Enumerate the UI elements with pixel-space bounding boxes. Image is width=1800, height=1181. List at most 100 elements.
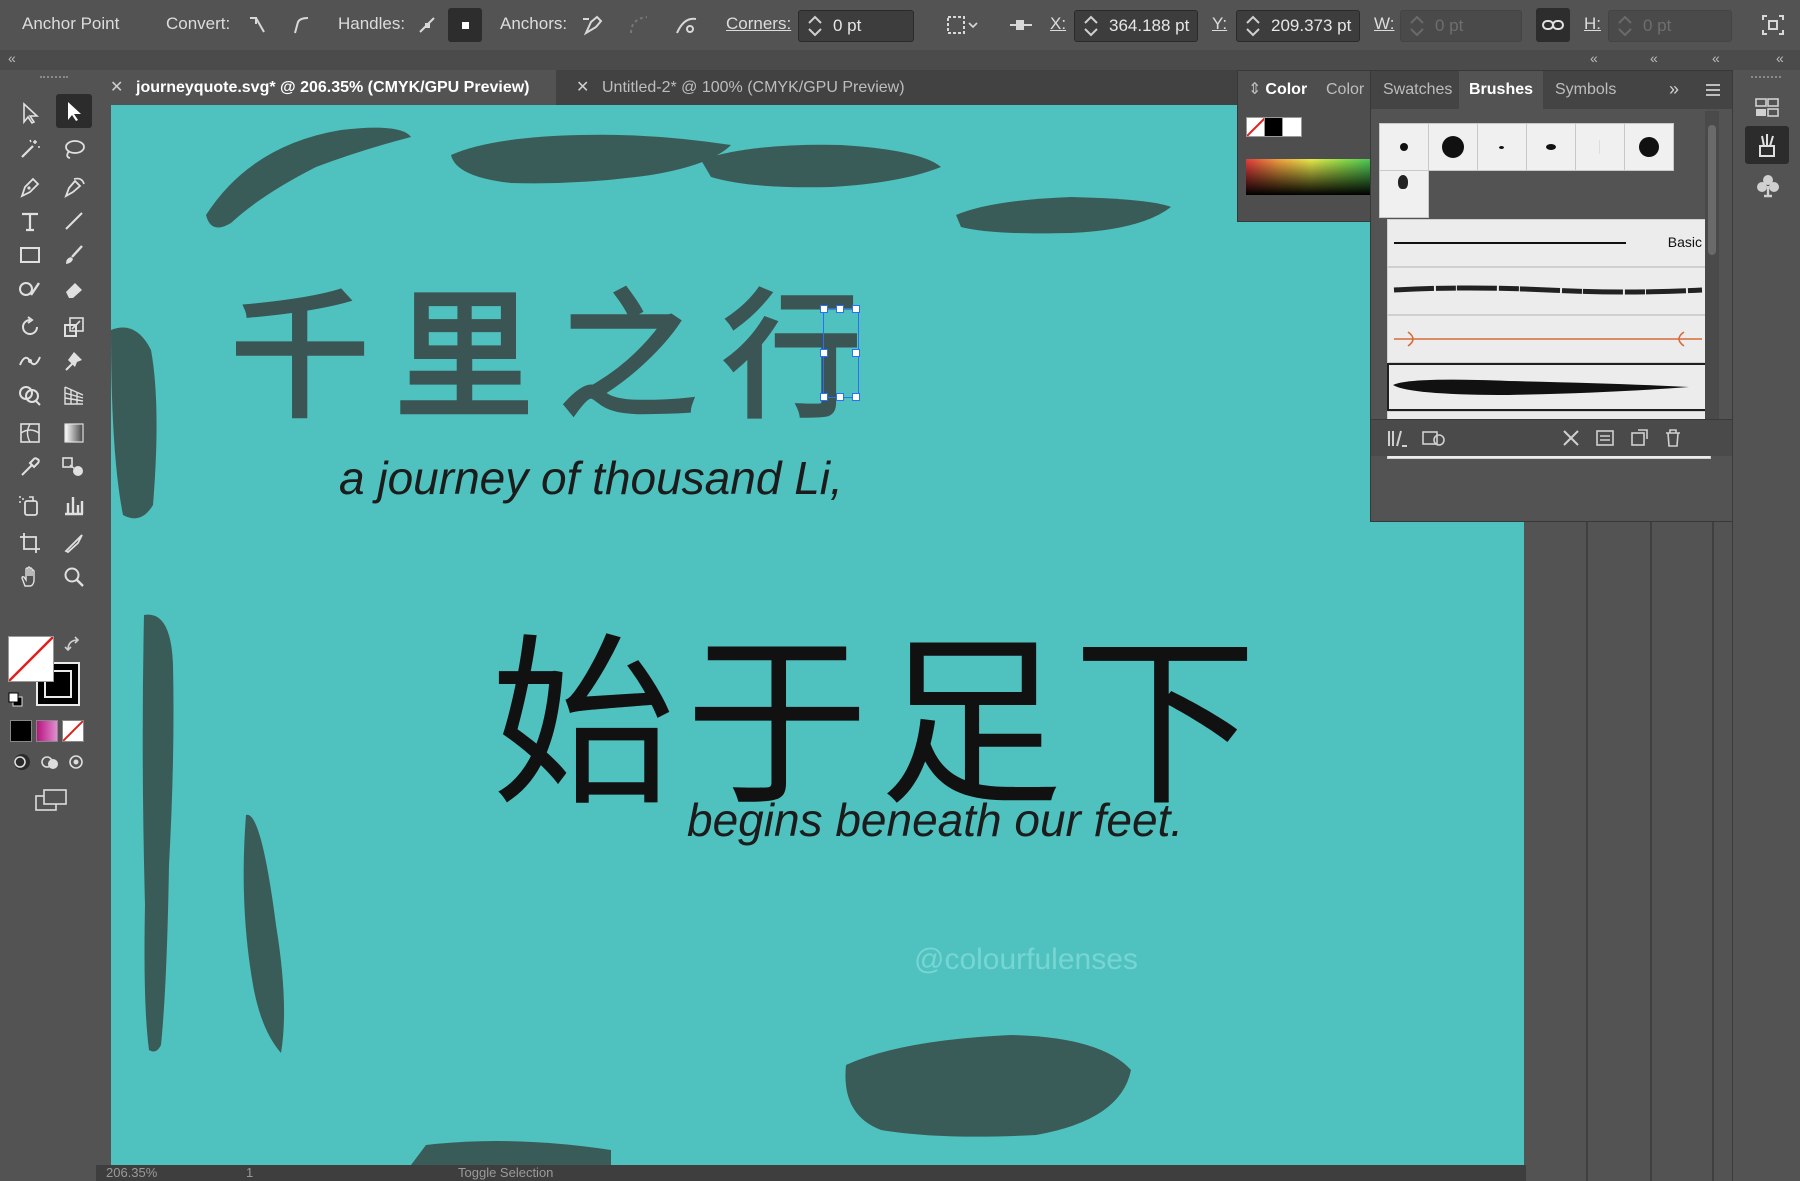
lasso-tool[interactable] xyxy=(56,132,92,166)
color-button[interactable] xyxy=(10,720,32,742)
artboard-number[interactable]: 1 xyxy=(246,1165,253,1180)
black-swatch[interactable] xyxy=(1264,117,1284,137)
slice-tool[interactable] xyxy=(56,526,92,560)
stepper-icon[interactable] xyxy=(805,14,825,38)
line-tool[interactable] xyxy=(56,204,92,238)
type-tool[interactable] xyxy=(12,204,48,238)
libraries-panel-icon[interactable] xyxy=(1421,428,1447,448)
draw-inside-icon[interactable] xyxy=(64,752,88,772)
selection-handle[interactable] xyxy=(836,305,844,313)
delete-brush-icon[interactable] xyxy=(1663,428,1683,448)
h-label[interactable]: H: xyxy=(1584,14,1601,34)
eraser-tool[interactable] xyxy=(56,272,92,306)
collapse-panel-icon[interactable]: « xyxy=(1590,50,1598,66)
direct-selection-tool[interactable] xyxy=(56,94,92,128)
collapse-dock-icon[interactable]: « xyxy=(1776,50,1784,66)
gradient-tool[interactable] xyxy=(56,416,92,450)
dock-grip[interactable] xyxy=(1751,76,1781,82)
width-tool[interactable] xyxy=(12,344,48,378)
canvas-area[interactable]: 千里之行 a journey of thousand Li, 始于足下 begi… xyxy=(96,105,1526,1165)
column-graph-tool[interactable] xyxy=(56,488,92,522)
stepper-icon[interactable] xyxy=(1615,14,1635,38)
calligraphic-brush[interactable] xyxy=(1624,123,1674,171)
curvature-tool[interactable] xyxy=(56,170,92,204)
white-swatch[interactable] xyxy=(1282,117,1302,137)
scale-tool[interactable] xyxy=(56,310,92,344)
collapse-left-icon[interactable]: « xyxy=(8,50,16,66)
symbol-sprayer-tool[interactable] xyxy=(12,488,48,522)
selection-handle[interactable] xyxy=(852,305,860,313)
artboard[interactable]: 千里之行 a journey of thousand Li, 始于足下 begi… xyxy=(111,105,1524,1165)
tab-symbols[interactable]: Symbols xyxy=(1555,71,1616,109)
rotate-tool[interactable] xyxy=(12,310,48,344)
english-line-2[interactable]: begins beneath our feet. xyxy=(687,793,1183,847)
default-fill-stroke-icon[interactable] xyxy=(8,692,24,708)
x-label[interactable]: X: xyxy=(1050,14,1066,34)
collapse-panel-icon[interactable]: « xyxy=(1650,50,1658,66)
eyedropper-tool[interactable] xyxy=(12,450,48,484)
more-tabs-icon[interactable]: » xyxy=(1669,79,1679,100)
transform-reference-button[interactable] xyxy=(940,8,984,42)
pen-tool[interactable] xyxy=(12,170,48,204)
close-tab-icon[interactable]: ✕ xyxy=(576,70,592,105)
toolbar-grip[interactable] xyxy=(40,76,68,82)
constrain-proportions-button[interactable] xyxy=(1536,8,1570,42)
handle-text[interactable]: @colourfulenses xyxy=(914,943,1138,977)
x-field[interactable]: 364.188 pt xyxy=(1074,10,1198,42)
calligraphic-brush[interactable] xyxy=(1379,123,1429,171)
corners-field[interactable]: 0 pt xyxy=(798,10,914,42)
hide-handles-button[interactable] xyxy=(448,8,482,42)
calligraphic-brush[interactable] xyxy=(1575,123,1625,171)
align-button[interactable] xyxy=(1004,8,1038,42)
tab-journeyquote[interactable]: ✕ journeyquote.svg* @ 206.35% (CMYK/GPU P… xyxy=(96,70,556,105)
brushes-panel-button[interactable] xyxy=(1745,126,1789,164)
stepper-icon[interactable] xyxy=(1081,14,1101,38)
calligraphic-brush[interactable] xyxy=(1477,123,1527,171)
draw-behind-icon[interactable] xyxy=(38,752,62,772)
transform-options-button[interactable] xyxy=(1756,8,1790,42)
w-label[interactable]: W: xyxy=(1374,14,1394,34)
corners-label[interactable]: Corners: xyxy=(726,14,791,34)
new-brush-icon[interactable] xyxy=(1629,428,1649,448)
selection-bounding-box[interactable] xyxy=(820,305,860,401)
brush-row-basic[interactable]: Basic xyxy=(1387,219,1711,267)
tab-color[interactable]: ⇕ Color xyxy=(1248,71,1307,109)
stepper-icon[interactable] xyxy=(1407,14,1427,38)
selection-tool[interactable] xyxy=(12,96,48,130)
connect-anchors-button[interactable] xyxy=(622,8,656,42)
current-tool-status[interactable]: Toggle Selection xyxy=(458,1165,553,1180)
calligraphic-brush[interactable] xyxy=(1428,123,1478,171)
puppet-warp-tool[interactable] xyxy=(56,344,92,378)
panel-menu-icon[interactable] xyxy=(1705,83,1721,97)
remove-anchor-button[interactable] xyxy=(576,8,610,42)
show-handles-button[interactable] xyxy=(410,8,444,42)
zoom-tool[interactable] xyxy=(56,560,92,594)
remove-brush-stroke-icon[interactable] xyxy=(1561,428,1581,448)
chinese-line-1[interactable]: 千里之行 xyxy=(231,245,887,445)
blend-tool[interactable] xyxy=(56,450,92,484)
brush-libraries-icon[interactable] xyxy=(1387,428,1409,448)
draw-normal-icon[interactable] xyxy=(10,752,34,772)
w-field[interactable]: 0 pt xyxy=(1400,10,1522,42)
rectangle-tool[interactable] xyxy=(12,238,48,272)
selection-handle[interactable] xyxy=(852,349,860,357)
hand-tool[interactable] xyxy=(12,560,48,594)
h-field[interactable]: 0 pt xyxy=(1608,10,1732,42)
perspective-grid-tool[interactable] xyxy=(56,378,92,412)
layers-panel-icon[interactable] xyxy=(1753,96,1781,120)
tab-untitled-2[interactable]: ✕ Untitled-2* @ 100% (CMYK/GPU Preview) xyxy=(562,70,922,105)
fill-swatch-none[interactable] xyxy=(8,636,54,682)
none-button[interactable] xyxy=(62,720,84,742)
color-spectrum[interactable] xyxy=(1246,159,1376,195)
shape-builder-tool[interactable] xyxy=(12,378,48,412)
selection-handle[interactable] xyxy=(836,393,844,401)
cut-path-button[interactable] xyxy=(670,8,704,42)
paintbrush-tool[interactable] xyxy=(56,238,92,272)
brush-row-dry-ink[interactable] xyxy=(1387,363,1711,411)
none-swatch[interactable] xyxy=(1246,117,1266,137)
tab-color-guide[interactable]: Color xyxy=(1326,71,1364,109)
selection-handle[interactable] xyxy=(820,305,828,313)
selection-handle[interactable] xyxy=(820,349,828,357)
shaper-tool[interactable] xyxy=(12,272,48,306)
selection-handle[interactable] xyxy=(852,393,860,401)
